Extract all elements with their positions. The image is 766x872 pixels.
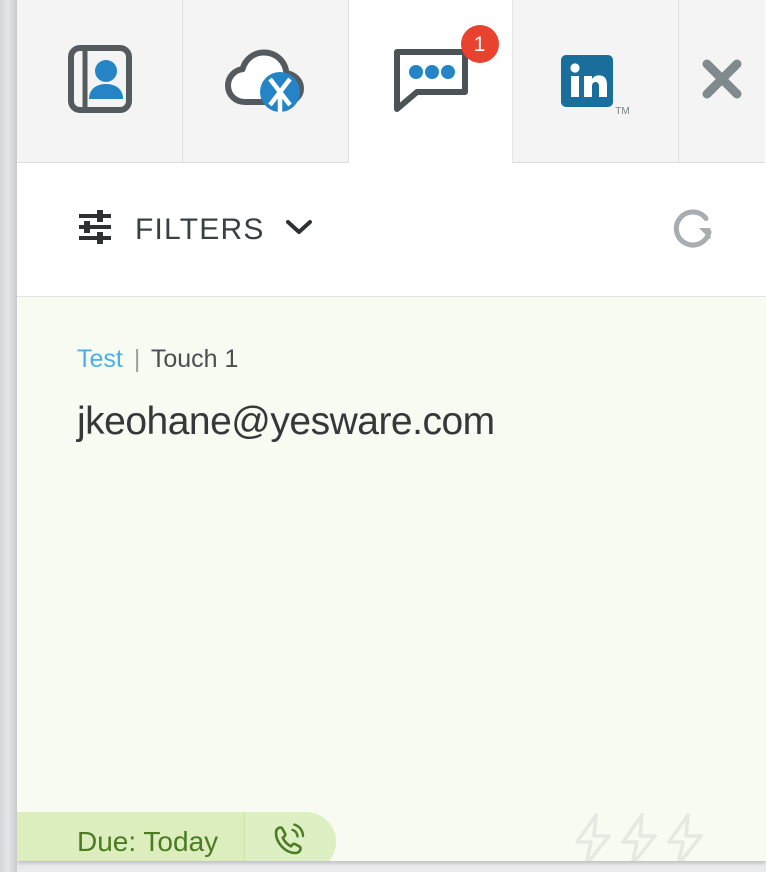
unread-badge: 1 [460, 25, 499, 63]
page-gutter [0, 0, 17, 872]
refresh-icon [666, 202, 722, 258]
breadcrumb-separator: | [133, 345, 141, 373]
trademark-label: TM [615, 106, 630, 117]
due-label: Due: Today [17, 812, 245, 861]
tab-contacts[interactable] [17, 0, 183, 163]
tab-messages[interactable]: 1 [349, 0, 513, 163]
quick-call-button[interactable] [244, 812, 337, 862]
filters-bar: FILTERS [17, 163, 766, 297]
yesware-sidebar-panel: 1 TM FILTERS Test | Touch 1 jkeohane@yes… [17, 0, 766, 861]
close-button[interactable] [679, 0, 765, 163]
due-row: Due: Today [17, 812, 766, 861]
address-book-icon [67, 44, 132, 118]
filters-label: FILTERS [135, 212, 265, 246]
chat-bubble-icon: 1 [387, 25, 499, 122]
sliders-icon [77, 209, 115, 250]
campaign-link[interactable]: Test [77, 345, 123, 373]
bolt-icon [664, 812, 708, 861]
tab-linkedin[interactable]: TM [513, 0, 679, 163]
close-icon [701, 58, 743, 105]
touch-label: Touch 1 [150, 345, 239, 373]
due-pill: Due: Today [17, 812, 337, 862]
tab-cloud-sync[interactable] [183, 0, 349, 163]
contact-email[interactable]: jkeohane@yesware.com [77, 400, 766, 444]
task-breadcrumb: Test | Touch 1 [77, 297, 766, 374]
linkedin-icon: TM [561, 55, 630, 117]
refresh-button[interactable] [666, 202, 722, 258]
engagement-bolts [572, 812, 708, 861]
bolt-icon [618, 812, 662, 861]
phone-ring-icon [271, 820, 311, 862]
task-card: Test | Touch 1 jkeohane@yesware.com Due:… [17, 297, 766, 861]
bolt-icon [572, 812, 616, 861]
filters-toggle[interactable]: FILTERS [77, 209, 313, 250]
chevron-down-icon [285, 218, 313, 241]
tab-strip: 1 TM [17, 0, 766, 163]
cloud-yesware-icon [223, 44, 309, 119]
